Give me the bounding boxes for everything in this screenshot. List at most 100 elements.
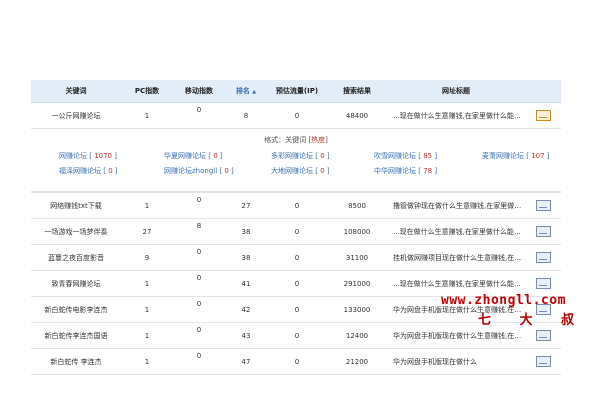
page-title-cell[interactable]: 华为网盘手机版现在做什么 bbox=[387, 348, 525, 375]
page-title-cell[interactable]: 撸管做钟现在做什么生意赚钱,在家里做什么能赚... bbox=[387, 192, 525, 219]
rank-cell: 38 bbox=[225, 244, 267, 271]
header-estimated-traffic[interactable]: 预估流量(IP) bbox=[267, 80, 327, 103]
snapshot-icon[interactable] bbox=[535, 226, 551, 237]
rank-cell: 42 bbox=[225, 296, 267, 323]
search-results-cell: 21200 bbox=[327, 348, 387, 375]
action-cell bbox=[525, 244, 561, 271]
pc-index-cell: 1 bbox=[121, 296, 173, 323]
header-action bbox=[525, 80, 561, 103]
table-header-row: 关键词 PC指数 移动指数 排名 ▲ 预估流量(IP) 搜索结果 网址标题 bbox=[31, 80, 561, 103]
mobile-index-cell: 0 bbox=[173, 102, 225, 129]
action-cell bbox=[525, 192, 561, 219]
related-keywords-cell: 格式：关键词 [热度] 网赚论坛 [ 1070 ] 华夏网赚论坛 [ 0 ] 多彩网赚… bbox=[31, 128, 561, 193]
rank-cell: 27 bbox=[225, 192, 267, 219]
related-keyword-link[interactable]: 大地网赚论坛 [ 0 ] bbox=[271, 166, 330, 176]
snapshot-icon[interactable] bbox=[535, 330, 551, 341]
pc-index-cell: 1 bbox=[121, 322, 173, 349]
pc-index-cell: 1 bbox=[121, 270, 173, 297]
mobile-index-cell: 0 bbox=[173, 244, 225, 271]
page-title-cell[interactable]: ...现在做什么生意赚钱,在家里做什么能赚钱... bbox=[387, 102, 525, 129]
pc-index-cell: 1 bbox=[121, 102, 173, 129]
traffic-cell: 0 bbox=[267, 192, 327, 219]
search-results-cell: 291000 bbox=[327, 270, 387, 297]
page-title-cell[interactable]: 挂机做网赚项目现在做什么生意赚钱,在家里做... bbox=[387, 244, 525, 271]
keyword-ranking-table-wrap: 关键词 PC指数 移动指数 排名 ▲ 预估流量(IP) 搜索结果 网址标题 一公… bbox=[31, 80, 561, 375]
related-keyword-count: 78 bbox=[423, 167, 433, 175]
related-keyword-count: 85 bbox=[423, 152, 433, 160]
keyword-cell[interactable]: 新白蛇传 李连杰 bbox=[31, 348, 121, 375]
keyword-cell[interactable]: 一场游戏一场梦伴奏 bbox=[31, 218, 121, 245]
header-rank-label: 排名 bbox=[235, 87, 250, 95]
keyword-cell[interactable]: 一公斤网赚论坛 bbox=[31, 102, 121, 129]
header-pc-index[interactable]: PC指数 bbox=[121, 80, 173, 103]
traffic-cell: 0 bbox=[267, 244, 327, 271]
header-keyword[interactable]: 关键词 bbox=[31, 80, 121, 103]
related-keyword-link[interactable]: 麦萧网赚论坛 [ 107 ] bbox=[482, 151, 550, 161]
related-keyword-name: 网赚论坛 bbox=[59, 152, 87, 160]
mobile-index-cell: 0 bbox=[173, 322, 225, 349]
action-cell bbox=[525, 218, 561, 245]
page-title-cell[interactable]: ...现在做什么生意赚钱,在家里做什么能赚钱... bbox=[387, 218, 525, 245]
search-results-cell: 12400 bbox=[327, 322, 387, 349]
traffic-cell: 0 bbox=[267, 102, 327, 129]
action-cell bbox=[525, 102, 561, 129]
header-search-results[interactable]: 搜索结果 bbox=[327, 80, 387, 103]
snapshot-icon[interactable] bbox=[535, 200, 551, 211]
pc-index-cell: 27 bbox=[121, 218, 173, 245]
mobile-index-cell: 0 bbox=[173, 192, 225, 219]
related-keyword-link[interactable]: 吹雪网赚论坛 [ 85 ] bbox=[374, 151, 437, 161]
related-keyword-link[interactable]: 网赚论坛zhongll [ 0 ] bbox=[164, 166, 234, 176]
keyword-cell[interactable]: 网络赚钱txt下载 bbox=[31, 192, 121, 219]
related-keyword-name: 多彩网赚论坛 bbox=[271, 152, 313, 160]
format-prefix: 格式：关键词 [ bbox=[264, 136, 312, 144]
watermark-name: 七 大 叔 bbox=[478, 313, 587, 328]
table-row: 蓝蔓之夜百度影音9038031100挂机做网赚项目现在做什么生意赚钱,在家里做.… bbox=[31, 244, 561, 271]
related-keyword-link[interactable]: 福泽网赚论坛 [ 0 ] bbox=[59, 166, 118, 176]
search-results-cell: 108000 bbox=[327, 218, 387, 245]
format-suffix: ] bbox=[325, 136, 328, 144]
traffic-cell: 0 bbox=[267, 348, 327, 375]
related-keyword-count: 107 bbox=[531, 152, 545, 160]
snapshot-icon[interactable] bbox=[535, 110, 551, 121]
pc-index-cell: 1 bbox=[121, 348, 173, 375]
snapshot-icon[interactable] bbox=[535, 278, 551, 289]
keyword-ranking-table: 关键词 PC指数 移动指数 排名 ▲ 预估流量(IP) 搜索结果 网址标题 一公… bbox=[31, 80, 561, 375]
mobile-index-cell: 8 bbox=[173, 218, 225, 245]
header-rank[interactable]: 排名 ▲ bbox=[225, 80, 267, 103]
table-row: 一公斤网赚论坛 1 0 8 0 48400 ...现在做什么生意赚钱,在家里做什么能赚钱..… bbox=[31, 102, 561, 129]
search-results-cell: 48400 bbox=[327, 102, 387, 129]
keyword-cell[interactable]: 新白蛇传李连杰国语 bbox=[31, 322, 121, 349]
header-mobile-index[interactable]: 移动指数 bbox=[173, 80, 225, 103]
keyword-cell[interactable]: 蓝蔓之夜百度影音 bbox=[31, 244, 121, 271]
table-row: 一场游戏一场梦伴奏 27 8 38 0 108000 ...现在做什么生意赚钱,在家里做什么… bbox=[31, 218, 561, 245]
table-row: 网络赚钱txt下载102708500撸管做钟现在做什么生意赚钱,在家里做什么能赚… bbox=[31, 192, 561, 219]
related-keyword-name: 大地网赚论坛 bbox=[271, 167, 313, 175]
action-cell bbox=[525, 348, 561, 375]
traffic-cell: 0 bbox=[267, 296, 327, 323]
rank-cell: 47 bbox=[225, 348, 267, 375]
traffic-cell: 0 bbox=[267, 218, 327, 245]
keyword-cell[interactable]: 致青春网赚论坛 bbox=[31, 270, 121, 297]
search-results-cell: 8500 bbox=[327, 192, 387, 219]
traffic-cell: 0 bbox=[267, 322, 327, 349]
watermark-url: www.zhongll.com bbox=[441, 293, 566, 308]
search-results-cell: 133000 bbox=[327, 296, 387, 323]
mobile-index-cell: 0 bbox=[173, 296, 225, 323]
snapshot-icon[interactable] bbox=[535, 356, 551, 367]
related-keyword-link[interactable]: 中华网赚论坛 [ 78 ] bbox=[374, 166, 437, 176]
mobile-index-cell: 0 bbox=[173, 270, 225, 297]
related-keyword-link[interactable]: 华夏网赚论坛 [ 0 ] bbox=[164, 151, 223, 161]
pc-index-cell: 1 bbox=[121, 192, 173, 219]
rank-cell: 38 bbox=[225, 218, 267, 245]
snapshot-icon[interactable] bbox=[535, 252, 551, 263]
related-keyword-link[interactable]: 多彩网赚论坛 [ 0 ] bbox=[271, 151, 330, 161]
rank-cell: 8 bbox=[225, 102, 267, 129]
keyword-cell[interactable]: 新白蛇传电影李连杰 bbox=[31, 296, 121, 323]
related-keyword-link[interactable]: 网赚论坛 [ 1070 ] bbox=[59, 151, 117, 161]
related-keywords-row: 格式：关键词 [热度] 网赚论坛 [ 1070 ] 华夏网赚论坛 [ 0 ] 多彩网赚… bbox=[31, 128, 561, 193]
format-hint: 格式：关键词 [热度] bbox=[31, 135, 561, 145]
related-keyword-name: 吹雪网赚论坛 bbox=[374, 152, 416, 160]
header-page-title[interactable]: 网址标题 bbox=[387, 80, 525, 103]
related-keyword-name: 华夏网赚论坛 bbox=[164, 152, 206, 160]
related-keyword-name: 中华网赚论坛 bbox=[374, 167, 416, 175]
